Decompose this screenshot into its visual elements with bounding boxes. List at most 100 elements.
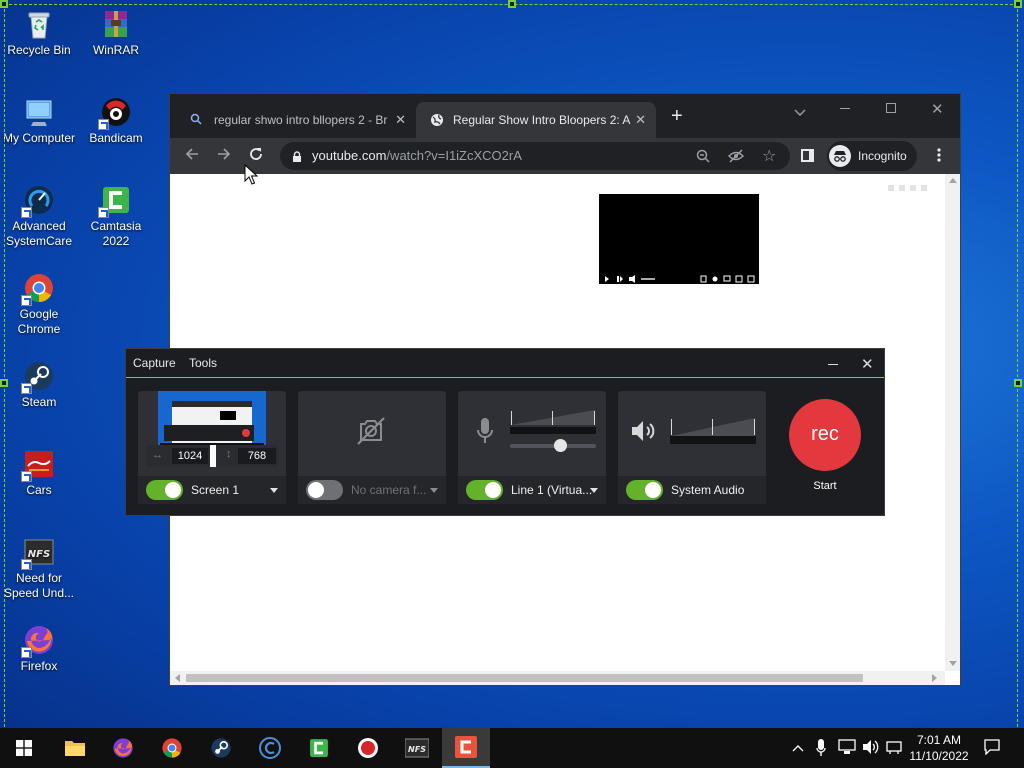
third-party-cookies-blocked-icon[interactable] bbox=[728, 149, 744, 168]
desktop-icon-recycle-bin[interactable]: Recycle Bin bbox=[1, 8, 77, 58]
url-path: /watch?v=I1iZcXCO2rA bbox=[386, 148, 522, 163]
tab-search-results[interactable]: regular shwo intro bllopers 2 - Br ✕ bbox=[184, 102, 416, 138]
taskbar-camtasia[interactable] bbox=[295, 728, 343, 768]
zoom-icon[interactable] bbox=[696, 149, 710, 168]
horizontal-scroll-thumb[interactable] bbox=[186, 674, 863, 682]
mic-volume-thumb[interactable] bbox=[554, 439, 567, 452]
taskbar-chrome[interactable] bbox=[148, 728, 196, 768]
taskbar-file-explorer[interactable] bbox=[50, 728, 98, 768]
maximize-icon[interactable] bbox=[886, 103, 896, 113]
minimize-icon[interactable] bbox=[828, 364, 838, 365]
region-handle-left[interactable] bbox=[0, 379, 8, 387]
file-explorer-icon bbox=[64, 738, 86, 763]
desktop-icon-google-chrome[interactable]: Google Chrome bbox=[1, 272, 77, 337]
screen-dropdown-icon[interactable] bbox=[270, 488, 278, 493]
microphone-dropdown-icon[interactable] bbox=[590, 488, 598, 493]
menu-tools[interactable]: Tools bbox=[189, 356, 217, 370]
desktop-icon-cars[interactable]: Cars bbox=[1, 448, 77, 498]
system-clock[interactable]: 7:01 AM 11/10/2022 bbox=[900, 732, 978, 764]
region-handle-top-left[interactable] bbox=[0, 0, 8, 8]
system-audio-toggle[interactable] bbox=[626, 480, 663, 500]
search-icon bbox=[190, 113, 202, 128]
scroll-left-icon[interactable] bbox=[175, 674, 180, 682]
scroll-up-icon[interactable] bbox=[949, 178, 957, 183]
forward-icon[interactable] bbox=[216, 146, 232, 167]
clock-time: 7:01 AM bbox=[916, 733, 962, 747]
region-handle-top[interactable] bbox=[508, 0, 516, 8]
taskbar-ccleaner[interactable] bbox=[246, 728, 294, 768]
camtasia-recorder: Capture Tools ✕ ↔ 1024 ↕ 768 Screen 1 No… bbox=[125, 348, 885, 516]
microphone-panel[interactable]: Line 1 (Virtua... bbox=[458, 391, 606, 504]
address-bar[interactable]: youtube.com/watch?v=I1iZcXCO2rA ☆ bbox=[280, 142, 790, 170]
region-handle-top-right[interactable] bbox=[1014, 0, 1022, 8]
volume-tray-icon[interactable] bbox=[862, 739, 880, 758]
back-icon[interactable] bbox=[184, 146, 200, 167]
desktop-icon-label: Steam bbox=[21, 395, 57, 409]
lock-aspect-toggle[interactable] bbox=[210, 445, 216, 467]
record-button[interactable]: rec bbox=[789, 399, 861, 471]
incognito-profile-button[interactable]: Incognito bbox=[827, 141, 917, 171]
height-value[interactable]: 768 bbox=[238, 448, 276, 464]
video-player[interactable] bbox=[599, 194, 759, 284]
desktop-icon-advanced-systemcare[interactable]: Advanced SystemCare bbox=[1, 184, 77, 249]
taskbar-camtasia-recorder[interactable] bbox=[442, 728, 490, 768]
computer-icon bbox=[23, 96, 55, 128]
scroll-right-icon[interactable] bbox=[932, 674, 937, 682]
desktop-icon-camtasia[interactable]: Camtasia 2022 bbox=[78, 184, 154, 249]
close-icon[interactable]: ✕ bbox=[861, 355, 874, 373]
notification-center-icon[interactable] bbox=[984, 739, 1000, 758]
tab-search-chevron-icon[interactable] bbox=[794, 104, 806, 122]
camera-dropdown-icon[interactable] bbox=[430, 488, 438, 493]
camera-panel[interactable]: No camera f... bbox=[298, 391, 446, 504]
horizontal-scrollbar[interactable] bbox=[170, 671, 945, 685]
close-window-icon[interactable]: ✕ bbox=[931, 100, 944, 118]
toggle-knob bbox=[165, 482, 181, 498]
minimize-icon[interactable] bbox=[840, 108, 850, 109]
desktop-icon-need-for-speed[interactable]: NFS Need for Speed Und... bbox=[1, 536, 77, 601]
desktop-icon-label: Camtasia 2022 bbox=[90, 219, 142, 248]
close-tab-icon[interactable]: ✕ bbox=[635, 112, 646, 128]
bookmark-star-icon[interactable]: ☆ bbox=[762, 146, 776, 166]
side-panel-icon[interactable] bbox=[801, 149, 814, 162]
desktop-icon-firefox[interactable]: Firefox bbox=[1, 624, 77, 674]
taskbar-need-for-speed[interactable]: NFS bbox=[393, 728, 441, 768]
clock-date: 11/10/2022 bbox=[909, 749, 969, 763]
taskbar-firefox[interactable] bbox=[99, 728, 147, 768]
desktop-icon-winrar[interactable]: WinRAR bbox=[78, 8, 154, 58]
browser-toolbar: youtube.com/watch?v=I1iZcXCO2rA ☆ Incogn… bbox=[170, 138, 960, 174]
ccleaner-icon bbox=[259, 737, 281, 764]
desktop-icon-steam[interactable]: Steam bbox=[1, 360, 77, 410]
screen-capture-panel[interactable]: ↔ 1024 ↕ 768 Screen 1 bbox=[138, 391, 286, 504]
microphone-tray-icon[interactable] bbox=[816, 739, 826, 760]
tab-youtube-video[interactable]: Regular Show Intro Bloopers 2: A ✕ bbox=[416, 102, 656, 138]
tab-strip: regular shwo intro bllopers 2 - Br ✕ Reg… bbox=[170, 94, 960, 138]
taskbar-bandicam[interactable] bbox=[344, 728, 392, 768]
start-button[interactable] bbox=[0, 728, 48, 768]
width-value[interactable]: 1024 bbox=[172, 448, 208, 464]
desktop-icon-label: Recycle Bin bbox=[7, 43, 71, 57]
desktop-icon-label: Advanced SystemCare bbox=[5, 219, 73, 248]
desktop-icon-label: My Computer bbox=[2, 131, 76, 145]
screen-toggle[interactable] bbox=[146, 480, 183, 500]
firefox-icon bbox=[21, 624, 55, 658]
menu-kebab-icon[interactable] bbox=[937, 147, 941, 163]
system-audio-panel[interactable]: System Audio bbox=[618, 391, 766, 504]
close-tab-icon[interactable]: ✕ bbox=[395, 112, 406, 128]
desktop-icon-bandicam[interactable]: Bandicam bbox=[78, 96, 154, 146]
scroll-down-icon[interactable] bbox=[949, 661, 957, 666]
shortcut-arrow-icon bbox=[21, 559, 32, 570]
system-audio-panel-footer: System Audio bbox=[618, 476, 766, 504]
new-tab-icon[interactable]: + bbox=[671, 106, 683, 126]
menu-capture[interactable]: Capture bbox=[133, 356, 176, 370]
network-tray-icon[interactable] bbox=[838, 739, 856, 758]
microphone-panel-footer: Line 1 (Virtua... bbox=[458, 476, 606, 504]
vertical-scrollbar[interactable] bbox=[945, 174, 960, 671]
microphone-toggle[interactable] bbox=[466, 480, 503, 500]
mic-volume-slider[interactable] bbox=[510, 439, 596, 452]
taskbar-steam[interactable] bbox=[197, 728, 245, 768]
camera-toggle[interactable] bbox=[306, 480, 343, 500]
show-hidden-icons-icon[interactable] bbox=[792, 741, 804, 755]
desktop-icon-my-computer[interactable]: My Computer bbox=[1, 96, 77, 146]
shortcut-arrow-icon bbox=[98, 119, 109, 130]
region-handle-right[interactable] bbox=[1014, 379, 1022, 387]
